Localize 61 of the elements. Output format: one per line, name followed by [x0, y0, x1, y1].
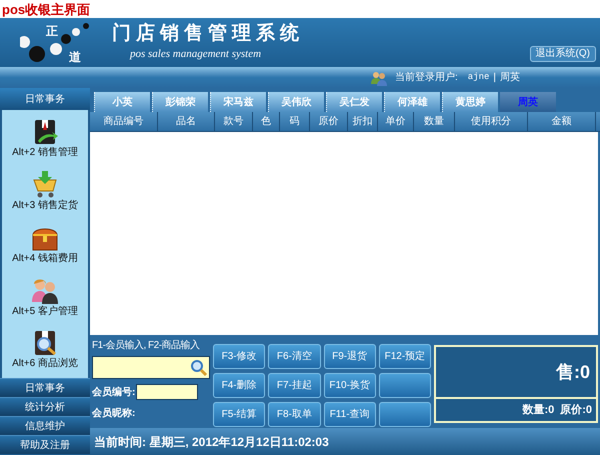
column-header: 使用积分 [455, 112, 528, 131]
function-key-button[interactable]: F7-挂起 [268, 373, 320, 398]
current-time: 当前时间: 星期三, 2012年12月12日11:02:03 [94, 434, 329, 450]
blank-button[interactable] [378, 373, 431, 398]
sidebar-section-header[interactable]: 日常事务 [0, 378, 90, 397]
function-key-button[interactable]: F5-结算 [213, 402, 266, 427]
user-name: 周英 [500, 70, 520, 85]
quantity-total: 数量:0 [522, 402, 554, 418]
member-number-label: 会员编号: [92, 386, 136, 400]
input-hint: F1-会员输入, F2-商品输入 [92, 338, 201, 353]
function-key-button[interactable]: F10-换货 [324, 373, 376, 398]
column-header: 折扣 [348, 112, 378, 131]
search-field[interactable] [92, 356, 210, 379]
function-key-button[interactable]: F3-修改 [213, 344, 266, 369]
sidebar-menu-item[interactable]: Alt+6 商品浏览 [12, 328, 78, 371]
user-tab[interactable]: 吴伟欣 [268, 92, 324, 112]
sidebar-menu-item[interactable]: Alt+5 客户管理 [12, 276, 78, 318]
column-header: 品名 [158, 112, 215, 131]
user-tab[interactable]: 彭锦荣 [152, 92, 208, 112]
sidebar-section-header[interactable]: 统计分析 [0, 397, 90, 416]
sidebar-menu-item[interactable]: Alt+2 销售管理 [12, 117, 78, 160]
current-user-label: 当前登录用户: [395, 70, 458, 85]
blank-button[interactable] [378, 402, 431, 427]
column-header: 色 [253, 112, 280, 131]
column-header: 商品编号 [90, 112, 158, 131]
sidebar-menu-item[interactable]: Alt+3 销售定货 [12, 170, 78, 212]
app-title: 门店销售管理系统 [112, 22, 304, 46]
function-key-button[interactable]: F12-预定 [378, 344, 431, 369]
username: ajne [468, 70, 490, 84]
function-key-button[interactable]: F6-清空 [268, 344, 320, 369]
sidebar-section-header[interactable]: 帮助及注册 [0, 435, 90, 454]
user-tab[interactable]: 小英 [94, 92, 150, 112]
user-tab[interactable]: 宋马兹 [210, 92, 266, 112]
search-icon [190, 358, 208, 376]
app-subtitle: pos sales management system [130, 47, 262, 62]
sale-total: 售:0 [556, 360, 590, 384]
function-key-button[interactable]: F8-取单 [268, 402, 320, 427]
function-key-button[interactable]: F9-退货 [324, 344, 376, 369]
column-header: 码 [280, 112, 310, 131]
column-header: 原价 [310, 112, 348, 131]
column-header: 金额 [528, 112, 596, 131]
logo-character: 道 [69, 49, 81, 66]
member-number-field[interactable] [136, 384, 198, 400]
page-title: pos收银主界面 [2, 2, 90, 16]
original-price-total: 原价:0 [560, 402, 592, 418]
column-header: 数量 [414, 112, 455, 131]
column-header: 单价 [378, 112, 414, 131]
sidebar-section-header[interactable]: 日常事务 [0, 88, 90, 110]
sidebar-section-header[interactable]: 信息维护 [0, 416, 90, 435]
column-header: 款号 [215, 112, 253, 131]
separator: | [493, 71, 496, 85]
user-tab[interactable]: 吴仁发 [326, 92, 382, 112]
member-nickname-label: 会员昵称: [92, 406, 136, 421]
logo-character: 正 [46, 23, 58, 40]
users-icon [371, 70, 387, 86]
function-key-button[interactable]: F4-删除 [213, 373, 266, 398]
function-key-button[interactable]: F11-查询 [324, 402, 376, 427]
user-tab[interactable]: 何泽雄 [384, 92, 440, 112]
user-tab[interactable]: 黄思婷 [442, 92, 498, 112]
logout-button[interactable]: 退出系统(Q) [530, 46, 596, 62]
sidebar-menu-item[interactable]: Alt+4 钱箱费用 [12, 222, 78, 266]
